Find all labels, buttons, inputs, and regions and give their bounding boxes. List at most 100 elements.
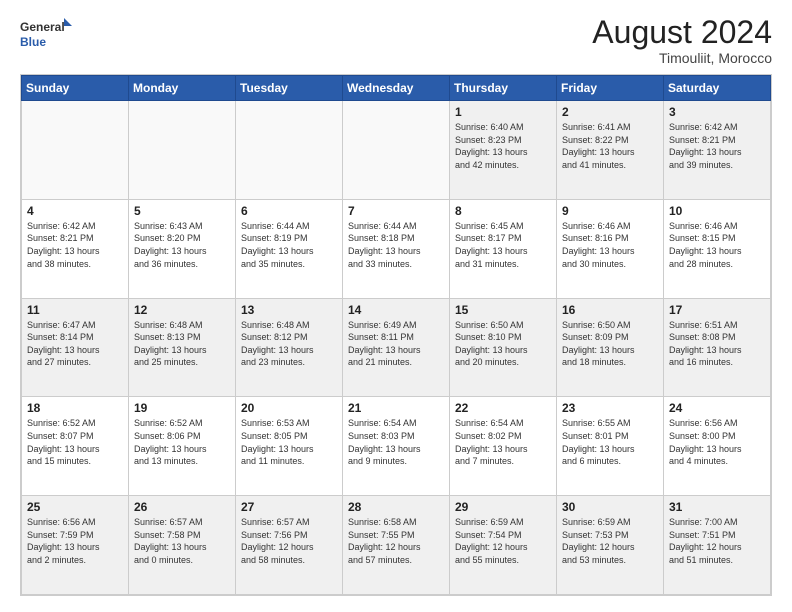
day-number: 16 [562, 303, 658, 317]
table-row: 28 Sunrise: 6:58 AM Sunset: 7:55 PM Dayli… [343, 496, 450, 595]
day-number: 19 [134, 401, 230, 415]
table-row: 3Sunrise: 6:42 AM Sunset: 8:21 PM Daylig… [664, 101, 771, 200]
day-number: 14 [348, 303, 444, 317]
day-number: 5 [134, 204, 230, 218]
day-info: Sunrise: 6:55 AM Sunset: 8:01 PM Dayligh… [562, 417, 658, 467]
day-number: 10 [669, 204, 765, 218]
table-row: 18Sunrise: 6:52 AM Sunset: 8:07 PM Dayli… [22, 397, 129, 496]
header-friday: Friday [557, 76, 664, 101]
day-number: 23 [562, 401, 658, 415]
table-row: 1 Sunrise: 6:40 AM Sunset: 8:23 PM Daylig… [450, 101, 557, 200]
day-info: Sunrise: 6:52 AM Sunset: 8:06 PM Dayligh… [134, 417, 230, 467]
header-saturday: Saturday [664, 76, 771, 101]
day-info: Sunrise: 6:57 AM Sunset: 7:58 PM Dayligh… [134, 516, 230, 566]
day-info: Sunrise: 6:44 AM Sunset: 8:18 PM Dayligh… [348, 220, 444, 270]
day-info: Sunrise: 6:56 AM Sunset: 8:00 PM Dayligh… [669, 417, 765, 467]
table-row: 7Sunrise: 6:44 AM Sunset: 8:18 PM Daylig… [343, 199, 450, 298]
svg-text:Blue: Blue [20, 35, 46, 49]
table-row: 16 Sunrise: 6:50 AM Sunset: 8:09 PM Dayli… [557, 298, 664, 397]
calendar-week-row: 4 Sunrise: 6:42 AM Sunset: 8:21 PM Daylig… [22, 199, 771, 298]
day-number: 18 [27, 401, 123, 415]
table-row: 11 Sunrise: 6:47 AM Sunset: 8:14 PM Dayli… [22, 298, 129, 397]
table-row: 26Sunrise: 6:57 AM Sunset: 7:58 PM Dayli… [129, 496, 236, 595]
day-info: Sunrise: 6:54 AM Sunset: 8:03 PM Dayligh… [348, 417, 444, 467]
day-number: 31 [669, 500, 765, 514]
calendar-week-row: 1 Sunrise: 6:40 AM Sunset: 8:23 PM Daylig… [22, 101, 771, 200]
table-row: 13Sunrise: 6:48 AM Sunset: 8:12 PM Dayli… [236, 298, 343, 397]
day-info: Sunrise: 6:59 AM Sunset: 7:53 PM Dayligh… [562, 516, 658, 566]
header-tuesday: Tuesday [236, 76, 343, 101]
day-number: 30 [562, 500, 658, 514]
logo: General Blue [20, 16, 75, 54]
day-number: 9 [562, 204, 658, 218]
header: General Blue August 2024 Timouliit, Moro… [20, 16, 772, 66]
table-row: 22Sunrise: 6:54 AM Sunset: 8:02 PM Dayli… [450, 397, 557, 496]
table-row: 6Sunrise: 6:44 AM Sunset: 8:19 PM Daylig… [236, 199, 343, 298]
day-number: 29 [455, 500, 551, 514]
day-number: 27 [241, 500, 337, 514]
day-info: Sunrise: 6:42 AM Sunset: 8:21 PM Dayligh… [669, 121, 765, 171]
day-info: Sunrise: 6:59 AM Sunset: 7:54 PM Dayligh… [455, 516, 551, 566]
day-info: Sunrise: 6:43 AM Sunset: 8:20 PM Dayligh… [134, 220, 230, 270]
title-block: August 2024 Timouliit, Morocco [592, 16, 772, 66]
table-row: 21Sunrise: 6:54 AM Sunset: 8:03 PM Dayli… [343, 397, 450, 496]
day-number: 25 [27, 500, 123, 514]
day-info: Sunrise: 6:41 AM Sunset: 8:22 PM Dayligh… [562, 121, 658, 171]
table-row: 17Sunrise: 6:51 AM Sunset: 8:08 PM Dayli… [664, 298, 771, 397]
day-number: 13 [241, 303, 337, 317]
day-info: Sunrise: 6:46 AM Sunset: 8:15 PM Dayligh… [669, 220, 765, 270]
day-info: Sunrise: 6:58 AM Sunset: 7:55 PM Dayligh… [348, 516, 444, 566]
table-row: 30 Sunrise: 6:59 AM Sunset: 7:53 PM Dayli… [557, 496, 664, 595]
day-number: 8 [455, 204, 551, 218]
day-info: Sunrise: 6:49 AM Sunset: 8:11 PM Dayligh… [348, 319, 444, 369]
day-number: 15 [455, 303, 551, 317]
table-row: 10 Sunrise: 6:46 AM Sunset: 8:15 PM Dayli… [664, 199, 771, 298]
calendar: Sunday Monday Tuesday Wednesday Thursday… [20, 74, 772, 596]
day-info: Sunrise: 6:54 AM Sunset: 8:02 PM Dayligh… [455, 417, 551, 467]
days-header-row: Sunday Monday Tuesday Wednesday Thursday… [22, 76, 771, 101]
day-number: 4 [27, 204, 123, 218]
table-row: 8 Sunrise: 6:45 AM Sunset: 8:17 PM Daylig… [450, 199, 557, 298]
table-row: 25Sunrise: 6:56 AM Sunset: 7:59 PM Dayli… [22, 496, 129, 595]
month-title: August 2024 [592, 16, 772, 48]
day-info: Sunrise: 6:45 AM Sunset: 8:17 PM Dayligh… [455, 220, 551, 270]
header-sunday: Sunday [22, 76, 129, 101]
table-row [22, 101, 129, 200]
day-number: 11 [27, 303, 123, 317]
table-row: 19 Sunrise: 6:52 AM Sunset: 8:06 PM Dayli… [129, 397, 236, 496]
calendar-week-row: 25Sunrise: 6:56 AM Sunset: 7:59 PM Dayli… [22, 496, 771, 595]
table-row [236, 101, 343, 200]
table-row: 9 Sunrise: 6:46 AM Sunset: 8:16 PM Daylig… [557, 199, 664, 298]
table-row [343, 101, 450, 200]
day-info: Sunrise: 6:57 AM Sunset: 7:56 PM Dayligh… [241, 516, 337, 566]
table-row: 2 Sunrise: 6:41 AM Sunset: 8:22 PM Daylig… [557, 101, 664, 200]
day-info: Sunrise: 6:44 AM Sunset: 8:19 PM Dayligh… [241, 220, 337, 270]
table-row: 4 Sunrise: 6:42 AM Sunset: 8:21 PM Daylig… [22, 199, 129, 298]
day-info: Sunrise: 6:47 AM Sunset: 8:14 PM Dayligh… [27, 319, 123, 369]
day-number: 2 [562, 105, 658, 119]
general-blue-logo-icon: General Blue [20, 16, 75, 54]
table-row: 27 Sunrise: 6:57 AM Sunset: 7:56 PM Dayli… [236, 496, 343, 595]
day-info: Sunrise: 7:00 AM Sunset: 7:51 PM Dayligh… [669, 516, 765, 566]
day-info: Sunrise: 6:53 AM Sunset: 8:05 PM Dayligh… [241, 417, 337, 467]
day-number: 1 [455, 105, 551, 119]
table-row: 23 Sunrise: 6:55 AM Sunset: 8:01 PM Dayli… [557, 397, 664, 496]
day-number: 24 [669, 401, 765, 415]
table-row: 5 Sunrise: 6:43 AM Sunset: 8:20 PM Daylig… [129, 199, 236, 298]
day-info: Sunrise: 6:51 AM Sunset: 8:08 PM Dayligh… [669, 319, 765, 369]
day-info: Sunrise: 6:42 AM Sunset: 8:21 PM Dayligh… [27, 220, 123, 270]
calendar-table: Sunday Monday Tuesday Wednesday Thursday… [21, 75, 771, 595]
header-wednesday: Wednesday [343, 76, 450, 101]
table-row: 15 Sunrise: 6:50 AM Sunset: 8:10 PM Dayli… [450, 298, 557, 397]
page: General Blue August 2024 Timouliit, Moro… [0, 0, 792, 612]
day-info: Sunrise: 6:50 AM Sunset: 8:09 PM Dayligh… [562, 319, 658, 369]
day-number: 20 [241, 401, 337, 415]
day-number: 28 [348, 500, 444, 514]
day-info: Sunrise: 6:46 AM Sunset: 8:16 PM Dayligh… [562, 220, 658, 270]
day-info: Sunrise: 6:40 AM Sunset: 8:23 PM Dayligh… [455, 121, 551, 171]
table-row: 20 Sunrise: 6:53 AM Sunset: 8:05 PM Dayli… [236, 397, 343, 496]
svg-text:General: General [20, 20, 65, 34]
table-row: 29 Sunrise: 6:59 AM Sunset: 7:54 PM Dayli… [450, 496, 557, 595]
day-info: Sunrise: 6:50 AM Sunset: 8:10 PM Dayligh… [455, 319, 551, 369]
day-info: Sunrise: 6:48 AM Sunset: 8:13 PM Dayligh… [134, 319, 230, 369]
